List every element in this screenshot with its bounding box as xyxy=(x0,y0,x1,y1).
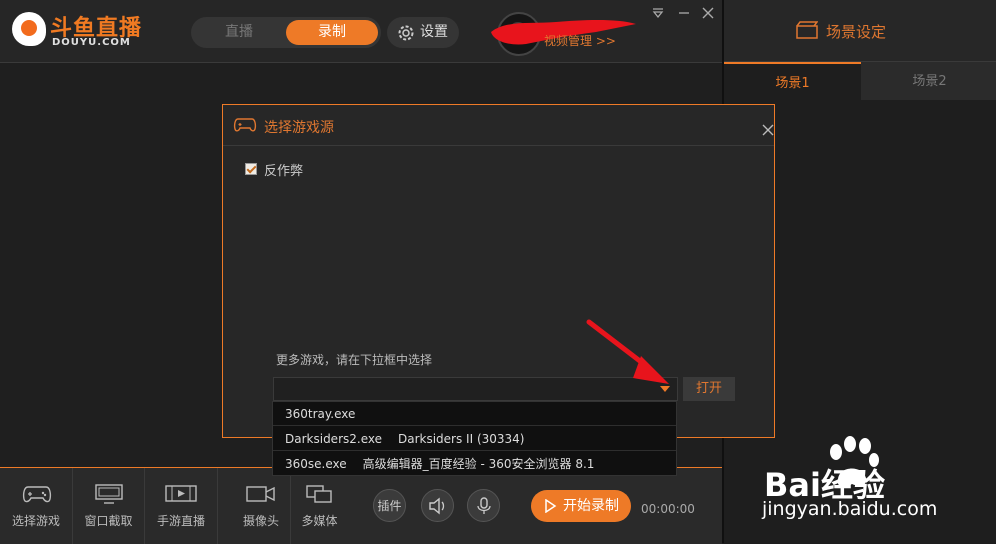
douyu-logo: 斗鱼直播 DOUYU.COM xyxy=(12,10,147,52)
watermark-url: jingyan.baidu.com xyxy=(762,498,938,520)
dropdown-option[interactable]: 360tray.exe xyxy=(273,402,676,426)
window-capture-label: 窗口截取 xyxy=(84,514,133,528)
camera-button[interactable]: 摄像头 xyxy=(232,468,290,544)
dropdown-menu-icon[interactable] xyxy=(650,6,666,22)
mobile-video-icon xyxy=(165,485,197,502)
bottom-toolbar: 选择游戏 窗口截取 手游直播 摄像头 多媒体 插件 开始录制 00:00:00 xyxy=(0,467,722,544)
tab-record[interactable]: 录制 xyxy=(286,20,378,45)
open-button[interactable]: 打开 xyxy=(683,377,735,401)
annotation-arrow xyxy=(586,319,669,384)
settings-button[interactable]: 设置 xyxy=(387,17,459,48)
checkbox-checked-icon[interactable] xyxy=(245,163,257,175)
close-icon[interactable] xyxy=(700,6,716,22)
logo-subtitle: DOUYU.COM xyxy=(52,37,131,48)
select-game-button[interactable]: 选择游戏 xyxy=(0,468,73,544)
start-record-button[interactable]: 开始录制 xyxy=(531,490,631,522)
monitor-icon xyxy=(95,484,123,504)
dropdown-option[interactable]: 360se.exe 高级编辑器_百度经验 - 360安全浏览器 8.1 xyxy=(273,452,676,476)
start-record-label: 开始录制 xyxy=(563,498,619,514)
option-exe: 360tray.exe xyxy=(285,407,356,421)
window-controls xyxy=(650,6,720,22)
top-bar: 斗鱼直播 DOUYU.COM 直播 录制 设置 视频管理 >> xyxy=(0,0,722,63)
scene-tabs: 场景1 场景2 xyxy=(724,62,996,100)
dropdown-option[interactable]: Darksiders2.exe Darksiders II (30334) xyxy=(273,427,676,451)
anti-cheat-label: 反作弊 xyxy=(264,164,304,179)
multimedia-button[interactable]: 多媒体 xyxy=(290,468,348,544)
mode-switch: 直播 录制 xyxy=(191,17,381,48)
scene-title: 场景设定 xyxy=(826,23,887,41)
option-exe: 360se.exe xyxy=(285,457,347,471)
fish-logo-icon xyxy=(12,12,46,46)
game-dropdown-list: 360tray.exe Darksiders2.exe Darksiders II… xyxy=(272,401,677,476)
speaker-button[interactable] xyxy=(421,489,454,522)
camera-icon xyxy=(246,486,275,502)
option-title: Darksiders II (30334) xyxy=(397,432,525,446)
option-title: 高级编辑器_百度经验 - 360安全浏览器 8.1 xyxy=(362,457,595,471)
play-icon xyxy=(545,499,557,513)
select-game-label: 选择游戏 xyxy=(11,514,60,528)
microphone-button[interactable] xyxy=(467,489,500,522)
mobile-live-button[interactable]: 手游直播 xyxy=(145,468,218,544)
gamepad-icon xyxy=(233,118,257,132)
clapperboard-icon xyxy=(796,21,818,39)
microphone-icon xyxy=(476,497,491,514)
option-exe: Darksiders2.exe xyxy=(285,432,382,446)
baidu-jingyan-watermark: Bai经验 jingyan.baidu.com xyxy=(760,434,996,543)
tab-live[interactable]: 直播 xyxy=(193,20,285,45)
camera-label: 摄像头 xyxy=(242,514,279,528)
more-games-hint: 更多游戏，请在下拉框中选择 xyxy=(276,353,433,367)
video-manage-link[interactable]: 视频管理 >> xyxy=(544,32,616,49)
speaker-icon xyxy=(428,497,444,515)
gear-icon xyxy=(398,25,414,41)
plugin-button[interactable]: 插件 xyxy=(373,489,406,522)
minimize-icon[interactable] xyxy=(676,6,692,22)
dialog-title: 选择游戏源 xyxy=(264,120,334,136)
multimedia-label: 多媒体 xyxy=(301,514,338,528)
select-game-source-dialog: 选择游戏源 反作弊 更多游戏，请在下拉框中选择 打开 xyxy=(222,104,775,438)
gamepad-icon xyxy=(22,486,52,503)
dialog-header: 选择游戏源 xyxy=(223,105,774,146)
settings-label: 设置 xyxy=(420,24,448,40)
scene-header: 场景设定 xyxy=(724,0,996,62)
record-timer: 00:00:00 xyxy=(641,502,695,516)
multimedia-icon xyxy=(306,485,332,503)
tab-scene-2[interactable]: 场景2 xyxy=(861,62,996,100)
tab-scene-1[interactable]: 场景1 xyxy=(724,62,861,100)
window-capture-button[interactable]: 窗口截取 xyxy=(73,468,145,544)
mobile-live-label: 手游直播 xyxy=(156,514,205,528)
anti-cheat-checkbox[interactable]: 反作弊 xyxy=(245,160,365,180)
